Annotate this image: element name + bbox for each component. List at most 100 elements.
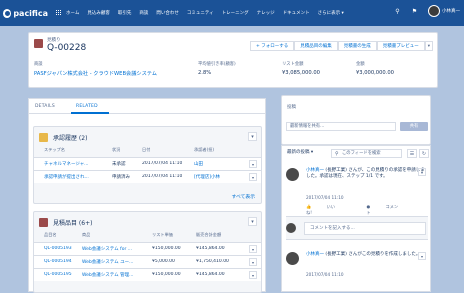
share-input[interactable]: 最新情報を共有...	[286, 122, 396, 131]
post-author-link[interactable]: 小林真一	[306, 252, 324, 257]
post-author-link[interactable]: 小林真一	[306, 168, 324, 173]
nav-icons: ⚲ ⚑ 小林真一	[384, 5, 460, 17]
avatar[interactable]	[286, 168, 299, 181]
post-body: 小林真一 (長野工業) さんが、この見積りの承認を申請しました。承認は現在、ステ…	[306, 168, 428, 181]
nav-item-community[interactable]: コミュニティ	[187, 10, 214, 16]
post-timestamp[interactable]: 2017/07/04 11:10	[306, 272, 344, 277]
total-cell: ¥145,864.00	[196, 246, 225, 251]
approver-link[interactable]: [代理店]小林	[194, 174, 220, 180]
generate-quote-button[interactable]: 見積書の生成	[337, 41, 377, 51]
refresh-icon[interactable]: ↻	[419, 149, 429, 158]
comment-box: コメントを記入する...	[286, 216, 428, 240]
card-menu-dropdown[interactable]: ▾	[248, 217, 257, 226]
quote-line-link[interactable]: QL-0005193	[44, 246, 72, 251]
nav-item-home[interactable]: ホーム	[66, 10, 79, 16]
user-avatar[interactable]	[428, 5, 440, 17]
row-actions-dropdown[interactable]: ▾	[249, 160, 257, 168]
row-actions-dropdown[interactable]: ▾	[249, 173, 257, 181]
step-name-link[interactable]: チャネルマネージャ...	[44, 161, 108, 167]
more-actions-dropdown[interactable]: ▾	[424, 41, 433, 51]
row-actions-dropdown[interactable]: ▾	[249, 271, 257, 279]
record-actions: + フォローする 見積品目の編集 見積書の生成 見積書プレビュー ▾	[250, 41, 433, 51]
avatar[interactable]	[286, 252, 299, 265]
quote-record-icon	[34, 39, 43, 48]
notification-bell-icon[interactable]: ⚑	[411, 8, 418, 15]
user-name[interactable]: 小林真一	[442, 8, 460, 14]
approver-link[interactable]: 山田	[194, 161, 203, 167]
nav-items: ホーム 見込み顧客 取引先 商談 問い合わせ コミュニティ トレーニング ナレッ…	[66, 10, 352, 16]
feed-sort-dropdown[interactable]: 最新の投稿	[287, 149, 313, 155]
like-button[interactable]: 👍 いいね!	[306, 204, 353, 216]
nav-item-leads[interactable]: 見込み顧客	[87, 10, 110, 16]
card-header: 承認履歴 (2)	[39, 133, 87, 142]
list-price-cell: ¥150,000.00	[152, 272, 181, 277]
column-header: 日付	[142, 147, 151, 152]
filter-icon[interactable]: ☰	[407, 149, 417, 158]
column-header: 承認者(担)	[194, 147, 215, 152]
view-all-link[interactable]: すべて表示	[232, 193, 255, 200]
pacifica-logo[interactable]: pacifica	[3, 4, 48, 22]
avatar	[286, 223, 296, 233]
list-price-cell: ¥150,000.00	[152, 246, 181, 251]
card-title[interactable]: 見積品目 (6+)	[53, 218, 92, 227]
nav-item-cases[interactable]: 問い合わせ	[156, 10, 179, 16]
table-row: チャネルマネージャ... 未承認 2017/07/04 11:10 山田 ▾	[34, 157, 261, 170]
row-actions-dropdown[interactable]: ▾	[249, 258, 257, 266]
comment-input[interactable]: コメントを記入する...	[304, 222, 426, 235]
quote-line-link[interactable]: QL-0005195	[44, 272, 72, 277]
table-row: QL-0005195 Web会議システム 管理... ¥150,000.00 ¥…	[34, 268, 261, 281]
search-icon[interactable]: ⚲	[394, 8, 401, 15]
post-timestamp[interactable]: 2017/07/04 11:10	[306, 195, 344, 200]
product-link[interactable]: Web会議システム 管理...	[82, 272, 150, 278]
field-label: 金額	[356, 62, 365, 67]
field-value-link[interactable]: PASFジャパン株式会社 - クラウドWEB会議システム	[34, 70, 184, 77]
row-actions-dropdown[interactable]: ▾	[249, 245, 257, 253]
active-tab-indicator	[71, 112, 109, 114]
step-name-link[interactable]: 承認申請が提出され...	[44, 174, 108, 180]
nav-item-documents[interactable]: ドキュメント	[283, 10, 310, 16]
nav-item-more[interactable]: さらに表示	[318, 10, 344, 16]
feed-search-placeholder: このフィードを検索	[342, 151, 381, 156]
post-text: (長野工業) さんが、この見積りの承認を申請しました。承認は現在、ステップ 1/…	[306, 168, 425, 180]
feed-post: 小林真一 (長野工業) さんがこの見積りを作成しました。 2017/07/04 …	[286, 252, 428, 292]
edit-quote-lines-button[interactable]: 見積品目の編集	[294, 41, 338, 51]
date-cell: 2017/07/04 11:10	[142, 161, 183, 166]
tab-related[interactable]: RELATED	[76, 104, 98, 109]
column-header: リスト単価	[152, 232, 173, 237]
card-menu-dropdown[interactable]: ▾	[248, 132, 257, 141]
product-link[interactable]: Web会議システム ユー...	[82, 259, 150, 265]
table-header-row: ステップ名 状況 日付 承認者(担)	[34, 144, 261, 157]
app-launcher-icon[interactable]	[55, 10, 61, 16]
preview-quote-button[interactable]: 見積書プレビュー	[376, 41, 425, 51]
post-menu-dropdown[interactable]: ▾	[418, 252, 426, 260]
feed-post: 小林真一 (長野工業) さんが、この見積りの承認を申請しました。承認は現在、ステ…	[286, 168, 428, 216]
product-link[interactable]: Web会議システム for ...	[82, 246, 150, 252]
tab-details[interactable]: DETAILS	[35, 104, 55, 109]
chevron-down-icon: ▾	[251, 219, 254, 225]
comment-button[interactable]: ● コメント	[367, 204, 414, 216]
nav-item-opportunities[interactable]: 商談	[139, 10, 148, 16]
feed-search-input[interactable]: ⚲ このフィードを検索	[331, 149, 402, 158]
nav-item-training[interactable]: トレーニング	[222, 10, 249, 16]
top-nav-bar: pacifica ホーム 見込み顧客 取引先 商談 問い合わせ コミュニティ ト…	[0, 0, 464, 26]
share-button[interactable]: 共有	[400, 122, 428, 131]
post-text: (長野工業) さんがこの見積りを作成しました。	[324, 252, 421, 257]
field-amount: 金額 ¥3,000,000.00	[356, 61, 416, 77]
quote-line-link[interactable]: QL-0005194	[44, 259, 72, 264]
field-value: ¥3,000,000.00	[356, 70, 394, 76]
status-cell: 未承認	[112, 162, 126, 167]
quote-lines-card: 見積品目 (6+) ▾ 品目名 商品 リスト単価 販売合計金額 QL-00051…	[33, 211, 262, 293]
highlight-fields: 商談 PASFジャパン株式会社 - クラウドWEB会議システム 平均値引き率(顧…	[34, 61, 430, 77]
nav-item-knowledge[interactable]: ナレッジ	[257, 10, 275, 16]
card-header: 見積品目 (6+)	[39, 218, 92, 227]
logo-text: pacifica	[13, 8, 48, 18]
column-header: ステップ名	[44, 147, 65, 152]
tab-post[interactable]: 投稿	[287, 104, 296, 110]
follow-button[interactable]: + フォローする	[250, 41, 295, 51]
card-title[interactable]: 承認履歴 (2)	[53, 133, 87, 142]
date-cell: 2017/07/04 11:10	[142, 174, 183, 179]
list-price-cell: ¥5,000.00	[152, 259, 175, 264]
post-menu-dropdown[interactable]: ▾	[418, 168, 426, 176]
nav-item-accounts[interactable]: 取引先	[118, 10, 132, 16]
publisher-panel: 投稿 最新情報を共有... 共有	[281, 95, 431, 145]
